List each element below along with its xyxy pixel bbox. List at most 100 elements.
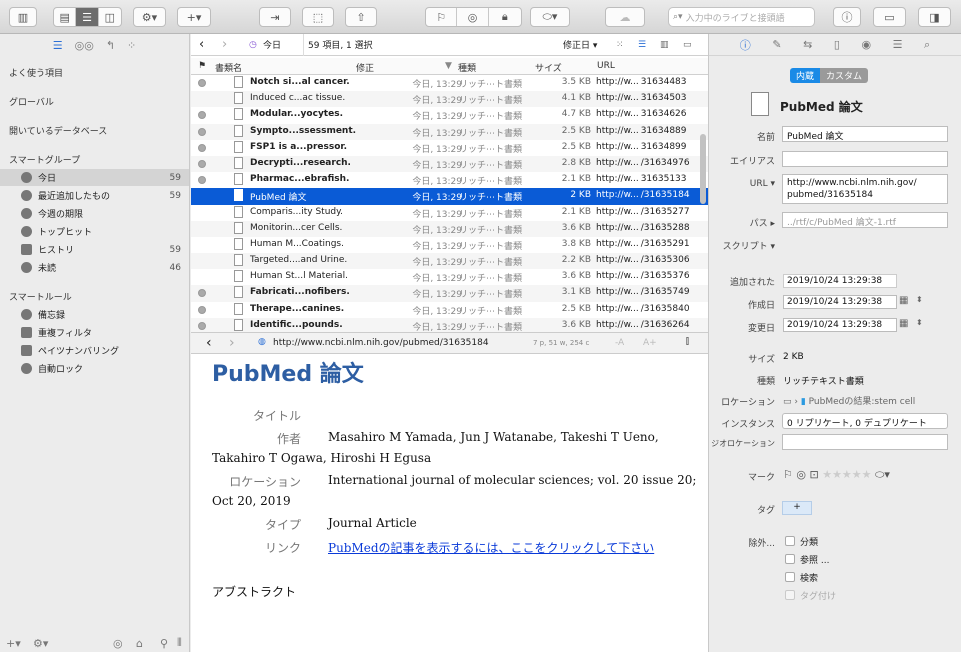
url-field[interactable]: http://www.ncbi.nlm.nih.gov/pubmed/31635… — [782, 174, 948, 204]
section-favorites[interactable]: よく使う項目 — [9, 66, 63, 79]
sidebar-toggle-icon[interactable]: ▥ — [9, 7, 37, 27]
read-status-icon[interactable]: ◎ — [457, 8, 489, 26]
sidebar-tab-import-icon[interactable]: ↰ — [106, 39, 115, 52]
table-row[interactable]: Comparis...ity Study. 今日, 13:29 リッチ⋯ト書類 2.1… — [191, 205, 708, 221]
section-smart-groups[interactable]: スマートグループ — [9, 153, 80, 166]
table-row[interactable]: Induced c...ac tissue. 今日, 13:29 リッチ⋯ト書類 4.… — [191, 91, 708, 108]
column-modified[interactable]: 修正 — [356, 61, 374, 74]
sidebar-item-recent[interactable]: 最近追加したもの 59 — [0, 187, 189, 204]
sidebar-item-top-hits[interactable]: トップヒット — [0, 223, 189, 240]
format-icon[interactable]: ⫿ — [686, 337, 689, 347]
preview-url[interactable]: http://www.ncbi.nlm.nih.gov/pubmed/31635… — [273, 338, 489, 348]
lock-icon[interactable]: 🔒︎ — [489, 8, 521, 26]
column-kind[interactable]: 種類 — [458, 61, 476, 74]
info-icon[interactable]: ⓘ — [833, 7, 861, 27]
calendar-icon[interactable]: ▦ — [899, 295, 908, 306]
annotation-tab-icon[interactable]: ✎ — [772, 38, 781, 51]
rating-stars-icon[interactable]: ★★★★★ — [822, 468, 871, 481]
column-view-icon[interactable]: ▥ — [660, 40, 669, 50]
table-row[interactable]: PubMed 論文 今日, 13:29 リッチ⋯ト書類 2 KB http://w...… — [191, 188, 708, 205]
flag-icon[interactable]: ⚐ — [426, 8, 458, 26]
back-icon[interactable]: ‹ — [206, 335, 212, 351]
sidebar-item-bates-numbering[interactable]: ペイツナンバリング — [0, 342, 189, 359]
cover-view-icon[interactable]: ▭ — [683, 40, 692, 50]
pubmed-link[interactable]: PubMedの記事を表示するには、ここをクリックして下さい — [328, 539, 654, 556]
stepper-icon[interactable]: ⬍ — [916, 295, 923, 304]
capture-icon[interactable]: ⬚ — [302, 7, 334, 27]
exclude-search-checkbox[interactable] — [785, 572, 795, 582]
script-label[interactable]: スクリプト ▾ — [709, 239, 775, 252]
document-preview[interactable]: PubMed 論文 タイトル 作者 Masahiro M Yamada, Jun… — [191, 354, 708, 652]
flag-column-icon[interactable]: ⚑ — [198, 61, 206, 71]
add-tag-button[interactable]: + — [782, 501, 812, 515]
path-field[interactable]: ../rtf/c/PubMed 論文-1.rtf — [782, 212, 948, 228]
horizontal-layout-icon[interactable]: ▭ — [873, 7, 906, 27]
inspector-toggle-icon[interactable]: ◨ — [918, 7, 951, 27]
read-icon[interactable]: ◎ — [796, 468, 806, 481]
back-icon[interactable]: ‹ — [199, 37, 204, 52]
properties-tab-icon[interactable]: ☰ — [893, 38, 903, 51]
pin-icon[interactable]: ⚲ — [160, 637, 168, 650]
sidebar-item-auto-lock[interactable]: 自動ロック — [0, 360, 189, 377]
mark-controls[interactable]: ⚐ ◎ ⊡ ★★★★★ ⬭▾ — [783, 468, 890, 482]
sidebar-item-unread[interactable]: 未読 46 — [0, 259, 189, 276]
table-row[interactable]: Monitorin...cer Cells. 今日, 13:29 リッチ⋯ト書類 3.… — [191, 220, 708, 237]
modified-field[interactable]: 2019/10/24 13:29:38 — [783, 318, 897, 332]
table-row[interactable]: Human M...Coatings. 今日, 13:29 リッチ⋯ト書類 3.8 K… — [191, 237, 708, 253]
forward-icon[interactable]: › — [222, 37, 227, 52]
label-menu-icon[interactable]: ⬭▾ — [530, 7, 570, 27]
alias-field[interactable] — [782, 151, 948, 167]
geolocation-field[interactable] — [782, 434, 948, 450]
scrollbar[interactable] — [700, 134, 706, 204]
section-smart-rules[interactable]: スマートルール — [9, 290, 72, 303]
sidebar-tab-tags-icon[interactable]: ⁘ — [127, 39, 136, 52]
column-url[interactable]: URL — [597, 61, 615, 71]
table-row[interactable]: Modular...yocytes. 今日, 13:29 リッチ⋯ト書類 4.7 KB… — [191, 107, 708, 123]
custom-tab[interactable]: カスタム — [820, 68, 869, 83]
split-view-icon[interactable]: ◫ — [99, 8, 121, 26]
table-row[interactable]: Pharmac...ebrafish. 今日, 13:29 リッチ⋯ト書類 2.1 K… — [191, 172, 708, 188]
created-field[interactable]: 2019/10/24 13:29:38 — [783, 295, 897, 309]
add-icon[interactable]: +▾ — [6, 637, 21, 650]
table-row[interactable]: Decrypti...research. 今日, 13:29 リッチ⋯ト書類 2.8 … — [191, 155, 708, 173]
sync-icon[interactable]: ☁ — [605, 7, 645, 27]
builtin-tab[interactable]: 内蔵 — [790, 68, 821, 83]
concordance-tab-icon[interactable]: ◉ — [861, 38, 871, 51]
text-smaller-icon[interactable]: -A — [615, 338, 624, 348]
document-tab-icon[interactable]: ▯ — [834, 38, 840, 51]
search-tab-icon[interactable]: ⌕ — [924, 38, 930, 52]
add-menu-icon[interactable]: +▾ — [177, 7, 211, 27]
gear-icon[interactable]: ⚙▾ — [33, 637, 48, 650]
section-global[interactable]: グローバル — [9, 95, 54, 108]
exclude-see-also-checkbox[interactable] — [785, 554, 795, 564]
tag-icon[interactable]: ⌂ — [136, 637, 143, 650]
table-row[interactable]: Targeted....and Urine. 今日, 13:29 リッチ⋯ト書類 2.… — [191, 253, 708, 270]
flag-segment[interactable]: ⚐ ◎ 🔒︎ — [425, 7, 522, 27]
list-view-icon[interactable]: ☰ — [76, 8, 99, 26]
table-row[interactable]: Fabricati...nofibers. 今日, 13:29 リッチ⋯ト書類 3.1… — [191, 285, 708, 302]
info-tab-icon[interactable]: ⓘ — [740, 37, 751, 53]
calendar-icon[interactable]: ▦ — [899, 318, 908, 329]
table-row[interactable]: Therape...canines. 今日, 13:29 リッチ⋯ト書類 2.5 KB… — [191, 302, 708, 318]
location-path[interactable]: ▭ › ▮ PubMedの結果:stem cell — [783, 394, 915, 407]
table-row[interactable]: Sympto...ssessment. 今日, 13:29 リッチ⋯ト書類 2.5 K… — [191, 123, 708, 140]
forward-icon[interactable]: › — [229, 335, 235, 351]
stepper-icon[interactable]: ⬍ — [916, 318, 923, 327]
section-open-databases[interactable]: 開いているデータベース — [9, 124, 107, 137]
sidebar-tab-reading-icon[interactable]: ◎◎ — [75, 39, 94, 52]
column-size[interactable]: サイズ — [535, 61, 562, 74]
sidebar-item-due-this-week[interactable]: 今週の期限 — [0, 205, 189, 222]
exclude-tagging-checkbox[interactable] — [785, 590, 795, 600]
metadata-segment[interactable]: 内蔵 カスタム — [790, 68, 869, 83]
path-label[interactable]: パス ▸ — [709, 216, 775, 229]
table-row[interactable]: Human St...l Material. 今日, 13:29 リッチ⋯ト書類 3.… — [191, 269, 708, 285]
sidebar-item-today[interactable]: 今日 59 — [0, 169, 189, 186]
share-icon[interactable]: ⇧ — [345, 7, 377, 27]
action-menu-icon[interactable]: ⚙▾ — [133, 7, 166, 27]
instance-popup[interactable]: 0 リプリケート, 0 デュプリケート — [782, 413, 948, 429]
lock-icon[interactable]: ⊡ — [809, 468, 818, 481]
column-icon[interactable]: ⦀ — [177, 636, 182, 650]
text-larger-icon[interactable]: A+ — [643, 338, 657, 348]
table-row[interactable]: FSP1 is a...pressor. 今日, 13:29 リッチ⋯ト書類 2.5 … — [191, 140, 708, 156]
table-row[interactable]: Notch si...al cancer. 今日, 13:29 リッチ⋯ト書類 3.5… — [191, 75, 708, 91]
